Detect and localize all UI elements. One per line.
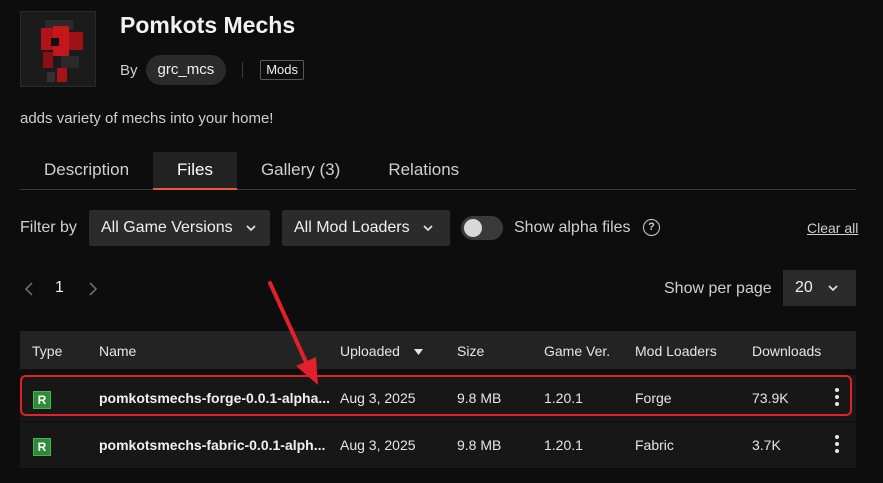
project-summary: adds variety of mechs into your home! — [20, 110, 274, 127]
header-uploaded-label: Uploaded — [340, 343, 400, 359]
game-versions-select[interactable]: All Game Versions — [89, 210, 270, 246]
header-type: Type — [32, 343, 63, 359]
header-uploaded[interactable]: Uploaded — [340, 343, 423, 359]
alpha-files-label: Show alpha files — [514, 219, 631, 236]
clear-all-link[interactable]: Clear all — [807, 220, 858, 236]
chevron-down-icon — [246, 225, 256, 232]
game-version: 1.20.1 — [544, 437, 583, 453]
more-options-icon[interactable] — [832, 435, 842, 457]
header-mod-loaders: Mod Loaders — [635, 343, 717, 359]
download-count: 3.7K — [752, 437, 781, 453]
project-title: Pomkots Mechs — [120, 12, 296, 38]
chevron-down-icon — [423, 225, 433, 232]
tab-relations[interactable]: Relations — [364, 152, 483, 190]
file-size: 9.8 MB — [457, 437, 502, 453]
project-tabs: Description Files Gallery (3) Relations — [20, 152, 856, 190]
tab-gallery[interactable]: Gallery (3) — [237, 152, 364, 190]
release-badge: R — [33, 391, 51, 409]
table-row[interactable]: R pomkotsmechs-fabric-0.0.1-alph... Aug … — [20, 422, 856, 468]
project-thumbnail — [20, 11, 96, 87]
mod-loader: Forge — [635, 390, 672, 406]
sort-desc-icon — [413, 348, 423, 355]
files-table-header: Type Name Uploaded Size Game Ver. Mod Lo… — [20, 331, 856, 369]
chevron-left-icon[interactable] — [22, 280, 36, 298]
mod-loaders-select[interactable]: All Mod Loaders — [282, 210, 450, 246]
header-size: Size — [457, 343, 485, 359]
tab-description[interactable]: Description — [20, 152, 153, 190]
uploaded-date: Aug 3, 2025 — [340, 437, 416, 453]
mech-thumbnail-image — [21, 12, 95, 86]
more-options-icon[interactable] — [832, 388, 842, 410]
header-downloads: Downloads — [752, 343, 822, 359]
table-row[interactable]: R pomkotsmechs-forge-0.0.1-alpha... Aug … — [20, 375, 856, 421]
download-count: 73.9K — [752, 390, 789, 406]
author-link[interactable]: grc_mcs — [145, 55, 227, 85]
by-label: By — [120, 61, 138, 79]
header-name: Name — [99, 343, 137, 359]
chevron-down-icon — [828, 285, 838, 292]
toggle-knob — [464, 219, 482, 237]
per-page-select[interactable]: 20 — [783, 270, 856, 306]
game-versions-value: All Game Versions — [101, 219, 233, 236]
per-page-label: Show per page — [664, 280, 772, 297]
uploaded-date: Aug 3, 2025 — [340, 390, 416, 406]
game-version: 1.20.1 — [544, 390, 583, 406]
filter-label: Filter by — [20, 219, 77, 236]
page-number[interactable]: 1 — [55, 279, 64, 297]
divider — [242, 62, 244, 78]
header-game-ver: Game Ver. — [544, 343, 611, 359]
author-row: By grc_mcs Mods — [120, 55, 304, 85]
file-name[interactable]: pomkotsmechs-forge-0.0.1-alpha... — [99, 390, 330, 406]
release-badge: R — [33, 438, 51, 456]
mod-loader: Fabric — [635, 437, 674, 453]
file-name[interactable]: pomkotsmechs-fabric-0.0.1-alph... — [99, 437, 325, 453]
chevron-right-icon[interactable] — [86, 280, 100, 298]
alpha-files-toggle[interactable] — [461, 216, 503, 240]
mod-loaders-value: All Mod Loaders — [294, 219, 410, 236]
file-size: 9.8 MB — [457, 390, 502, 406]
category-tag[interactable]: Mods — [260, 60, 304, 80]
per-page-value: 20 — [795, 279, 813, 296]
tab-files[interactable]: Files — [153, 152, 237, 190]
help-icon[interactable]: ? — [643, 219, 660, 236]
